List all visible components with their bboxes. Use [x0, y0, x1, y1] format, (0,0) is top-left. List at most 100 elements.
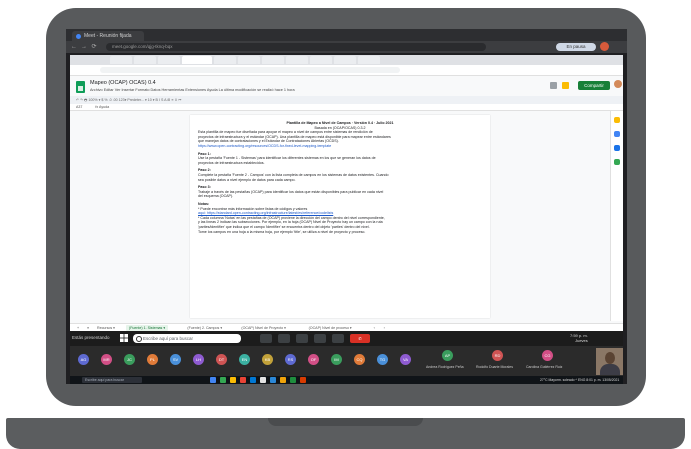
laptop-base-notch: [268, 418, 423, 426]
inner-tab[interactable]: [238, 56, 260, 64]
taskbar-app-icon[interactable]: [260, 377, 266, 383]
sheet-toolbar[interactable]: ↶ ↷ 🖶 100% ▾ $ % .0 .00 123▾ Predeter...…: [70, 96, 623, 104]
taskbar-app-icon[interactable]: [300, 377, 306, 383]
participant-avatar[interactable]: AG: [78, 354, 89, 365]
user-avatar[interactable]: [614, 80, 622, 88]
taskbar-app-icon[interactable]: [290, 377, 296, 383]
shared-screen: Mapeo (OCAP) OCAS) 0.4 Archivo Editar Ve…: [70, 55, 623, 331]
laptop-screen: Meet - Reunión fijada ← → ⟳ meet.google.…: [66, 29, 627, 384]
participant-avatar[interactable]: RD: [492, 350, 503, 361]
sheets-logo-icon[interactable]: [76, 81, 85, 93]
inner-tab[interactable]: [214, 56, 236, 64]
taskbar-app-icon[interactable]: [210, 377, 216, 383]
participant-name: Carolina Gutiérrez Ruiz: [526, 365, 563, 369]
inner-tab[interactable]: [158, 56, 180, 64]
inner-url-bar[interactable]: [100, 67, 400, 73]
search-icon: [136, 336, 142, 342]
formula-bar[interactable]: A37 fx Ayuda: [70, 104, 623, 111]
windows-start-icon[interactable]: [120, 334, 128, 342]
participant-avatar[interactable]: VA: [400, 354, 411, 365]
taskbar-search[interactable]: Escribe aquí para buscar: [82, 377, 142, 383]
windows-taskbar: Escribe aquí para buscar 27°C Mayorm. so…: [70, 376, 623, 384]
participant-name: Andrea Rodríguez Peña: [426, 365, 464, 369]
doc-line: proyectos de infraestructura establecido…: [198, 160, 265, 165]
tasks-icon[interactable]: [614, 131, 620, 137]
reload-icon[interactable]: ⟳: [90, 43, 98, 51]
outer-url-bar[interactable]: meet.google.com/qjg-tknq-bqx: [106, 43, 486, 51]
instructions-cell[interactable]: Plantilla de Mapeo a Nivel de Campos · V…: [190, 115, 490, 318]
inner-tab[interactable]: [110, 56, 132, 64]
participant-avatar[interactable]: CQ: [354, 354, 365, 365]
profile-chip[interactable]: En pausa: [556, 43, 596, 51]
presenter-label: Estás presentando: [72, 335, 110, 340]
keep-icon[interactable]: [614, 117, 620, 123]
taskbar-app-icon[interactable]: [250, 377, 256, 383]
contacts-icon[interactable]: [614, 145, 620, 151]
self-video-tile[interactable]: [596, 348, 623, 375]
participant-avatar[interactable]: CG: [542, 350, 553, 361]
participant-avatar[interactable]: IM: [331, 354, 342, 365]
meet-present-icon[interactable]: [562, 82, 569, 89]
participant-avatar[interactable]: TG: [377, 354, 388, 365]
participant-avatar[interactable]: SV: [170, 354, 181, 365]
participant-avatar[interactable]: PL: [147, 354, 158, 365]
participant-avatar[interactable]: LH: [193, 354, 204, 365]
maps-icon[interactable]: [614, 159, 620, 165]
taskbar-search-input[interactable]: Escribe aquí para buscar: [133, 334, 241, 343]
participant-avatar[interactable]: AP: [442, 350, 453, 361]
profile-avatar[interactable]: [600, 42, 609, 51]
participants-strip: AG MR JC PL SV LH DT EN KB RS OF IM CQ TG VA AP Andrea R…: [70, 346, 623, 376]
person-body: [600, 364, 620, 375]
present-screen-icon[interactable]: [314, 334, 326, 343]
share-button[interactable]: Compartir: [578, 81, 610, 90]
taskbar-app-icon[interactable]: [220, 377, 226, 383]
taskbar-tray: 27°C Mayorm. soleado ^ ENG 8:01 p. m. 13…: [540, 378, 620, 382]
menu-bar[interactable]: Archivo Editar Ver Insertar Formato Dato…: [90, 88, 295, 92]
inner-tab[interactable]: [262, 56, 284, 64]
inner-tab[interactable]: [358, 56, 380, 64]
comments-icon[interactable]: [550, 82, 557, 89]
participant-avatar[interactable]: RS: [285, 354, 296, 365]
meeting-bar: Estás presentando Escribe aquí para busc…: [70, 331, 623, 346]
inner-tab[interactable]: [286, 56, 308, 64]
google-sheets-app: Mapeo (OCAP) OCAS) 0.4 Archivo Editar Ve…: [70, 76, 623, 331]
inner-tab-active[interactable]: [182, 56, 212, 64]
taskbar-app-icon[interactable]: [280, 377, 286, 383]
participant-name: Rodolfo Duarte Morales: [476, 365, 513, 369]
raise-hand-icon[interactable]: [296, 334, 308, 343]
formula-content[interactable]: fx Ayuda: [95, 105, 109, 109]
meet-tab-icon: [76, 34, 81, 39]
forward-icon[interactable]: →: [80, 43, 88, 51]
outer-browser-titlebar: Meet - Reunión fijada: [66, 29, 627, 41]
doc-line: del esquema (OCAP).: [198, 194, 234, 199]
hang-up-button[interactable]: ✆: [350, 334, 370, 343]
doc-line: Tome los campos en una hoja a la misma h…: [198, 229, 366, 234]
participant-avatar[interactable]: OF: [308, 354, 319, 365]
sheet-grid[interactable]: Plantilla de Mapeo a Nivel de Campos · V…: [70, 111, 610, 323]
taskbar-app-icon[interactable]: [270, 377, 276, 383]
back-icon[interactable]: ←: [70, 43, 78, 51]
doc-line: sea posible datos a nivel ejemplo de dat…: [198, 177, 296, 182]
mic-icon[interactable]: [260, 334, 272, 343]
camera-icon[interactable]: [278, 334, 290, 343]
person-head: [605, 352, 615, 364]
participant-avatar[interactable]: MR: [101, 354, 112, 365]
outer-browser-tab[interactable]: Meet - Reunión fijada: [72, 31, 144, 41]
participant-avatar[interactable]: JC: [124, 354, 135, 365]
participant-avatar[interactable]: KB: [262, 354, 273, 365]
cell-reference[interactable]: A37: [76, 105, 82, 109]
more-options-icon[interactable]: [332, 334, 344, 343]
document-title[interactable]: Mapeo (OCAP) OCAS) 0.4: [90, 80, 156, 86]
inner-tab[interactable]: [134, 56, 156, 64]
taskbar-app-icon[interactable]: [230, 377, 236, 383]
participant-avatar[interactable]: EN: [239, 354, 250, 365]
meeting-clock: 7:59 p. m. Jueves: [570, 333, 588, 343]
doc-line[interactable]: https://www.open-contracting.org/resourc…: [198, 144, 482, 148]
participant-avatar[interactable]: DT: [216, 354, 227, 365]
side-panel-rail: [610, 111, 623, 321]
taskbar-app-icon[interactable]: [240, 377, 246, 383]
inner-browser-tabs: [70, 55, 623, 65]
inner-tab[interactable]: [334, 56, 356, 64]
inner-tab[interactable]: [310, 56, 332, 64]
sheet-tabs-bar: + ≡ Recursos ▾ (Fuente) 1. Sistemas ▾ (Fuent…: [70, 323, 623, 331]
